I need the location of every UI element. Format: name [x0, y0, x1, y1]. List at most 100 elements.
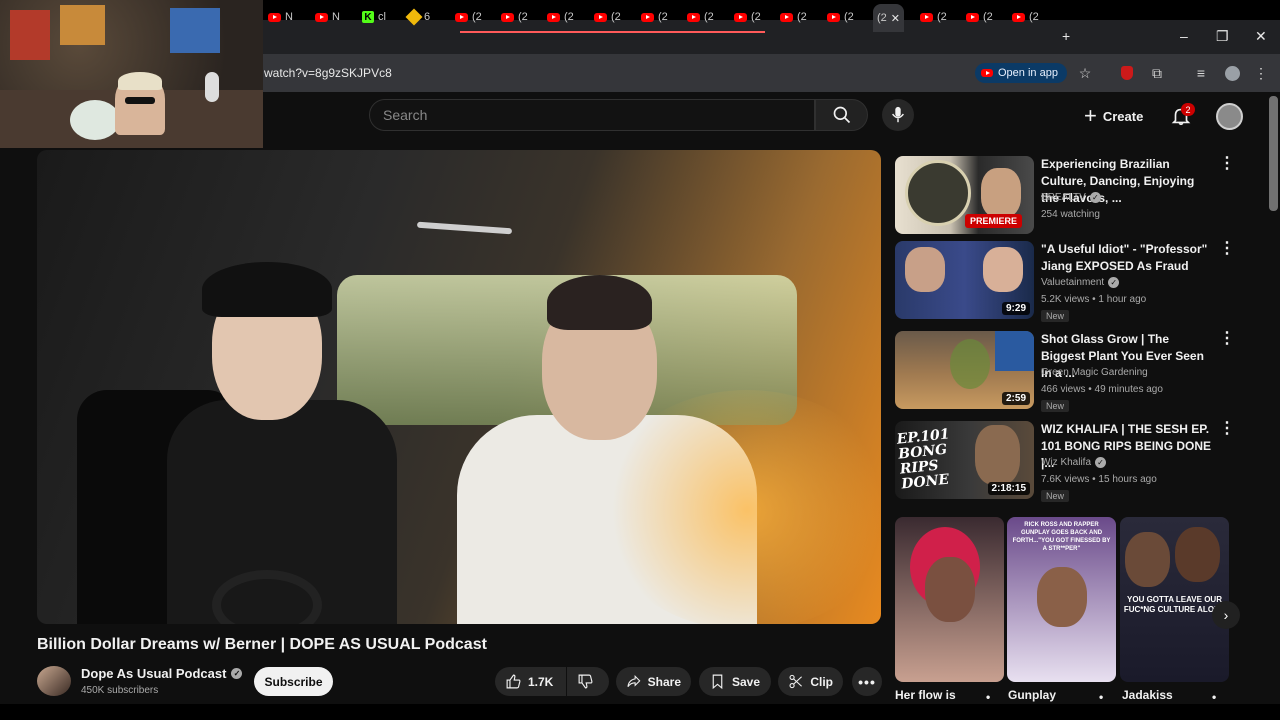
tab-label: (2 [844, 11, 854, 23]
tab-label: (2 [704, 11, 714, 23]
browser-tab[interactable]: (2 [687, 6, 714, 28]
restore-icon[interactable]: ❐ [1216, 28, 1229, 45]
tab-label: (2 [797, 11, 807, 23]
minimize-icon[interactable]: – [1180, 28, 1188, 44]
share-button[interactable]: Share [616, 667, 691, 696]
bookmark-star-icon[interactable]: ☆ [1076, 64, 1094, 82]
browser-tab[interactable]: Kcl [362, 6, 386, 28]
browser-tab[interactable]: 6 [405, 6, 430, 28]
short-title[interactable]: Jadakiss [1122, 688, 1173, 702]
youtube-icon [687, 12, 700, 22]
short-thumbnail[interactable] [895, 517, 1004, 682]
recommendation-channel[interactable]: Wiz Khalifa ✓ [1041, 457, 1107, 468]
thumbs-up-icon [506, 674, 521, 689]
more-vertical-icon[interactable]: ⋮ [1219, 421, 1235, 437]
more-actions-button[interactable]: ••• [852, 667, 882, 696]
browser-tab[interactable]: N [315, 6, 340, 28]
close-window-icon[interactable]: ✕ [1255, 28, 1267, 45]
address-url[interactable]: watch?v=8g9zSKJPVc8 [264, 66, 392, 80]
browser-tab[interactable]: (2 [455, 6, 482, 28]
more-vertical-icon[interactable]: ⋮ [1219, 331, 1235, 347]
short-title[interactable]: Gunplay [1008, 688, 1056, 702]
video-thumbnail[interactable]: PREMIERE [895, 156, 1034, 234]
browser-tab[interactable]: (2 [966, 6, 993, 28]
plus-icon: + [1084, 103, 1097, 128]
browser-tab[interactable]: (2 [1012, 6, 1039, 28]
browser-tab[interactable]: (2 [594, 6, 621, 28]
save-button[interactable]: Save [699, 667, 771, 696]
open-in-app-button[interactable]: Open in app [975, 63, 1067, 83]
create-button[interactable]: + Create [1084, 104, 1143, 128]
extension-shield-icon[interactable] [1118, 64, 1136, 82]
verified-check-icon: ✓ [1089, 192, 1101, 203]
short-thumbnail[interactable]: RICK ROSS AND RAPPER GUNPLAY GOES BACK A… [1007, 517, 1116, 682]
recommendation-item[interactable]: PREMIERE Experiencing Brazilian Culture,… [895, 156, 1235, 236]
video-thumbnail[interactable]: EP.101 BONG RIPS DONE 2:18:15 [895, 421, 1034, 499]
channel-avatar[interactable] [37, 666, 71, 696]
recommendation-channel[interactable]: Green Magic Gardening [1041, 367, 1148, 378]
browser-tab[interactable]: N [268, 6, 293, 28]
like-button[interactable]: 1.7K [495, 667, 566, 696]
dislike-button[interactable] [567, 667, 609, 696]
browser-tab[interactable]: (2 [734, 6, 761, 28]
more-vertical-icon[interactable]: • [1212, 690, 1216, 704]
recommendation-meta: 5.2K views • 1 hour ago [1041, 294, 1147, 305]
channel-name-link[interactable]: Dope As Usual Podcast ✓ [81, 666, 243, 681]
video-player[interactable] [37, 150, 881, 624]
search-button[interactable] [815, 99, 868, 131]
clip-label: Clip [810, 674, 833, 689]
youtube-icon [1012, 12, 1025, 22]
recommendation-channel-name: Valuetainment [1041, 277, 1105, 288]
recommendation-item[interactable]: EP.101 BONG RIPS DONE 2:18:15 WIZ KHALIF… [895, 421, 1235, 502]
account-avatar[interactable] [1216, 103, 1243, 130]
browser-tab[interactable]: (2 [920, 6, 947, 28]
clip-button[interactable]: Clip [778, 667, 843, 696]
short-thumbnail[interactable]: YOU GOTTA LEAVE OUR FUC*NG CULTURE ALONE [1120, 517, 1229, 682]
save-label: Save [732, 674, 761, 689]
tab-group-indicator [460, 31, 765, 33]
search-placeholder: Search [383, 107, 428, 123]
search-input[interactable]: Search [369, 99, 815, 131]
recommendation-item[interactable]: 2:59 Shot Glass Grow | The Biggest Plant… [895, 331, 1235, 412]
youtube-icon [734, 12, 747, 22]
more-vertical-icon[interactable]: ⋮ [1219, 241, 1235, 257]
new-tab-icon[interactable]: + [1062, 28, 1070, 44]
bottom-black-strip [0, 704, 1280, 720]
extensions-puzzle-icon[interactable]: ⧉ [1148, 64, 1166, 82]
short-title[interactable]: Her flow is [895, 688, 956, 702]
youtube-icon [315, 12, 328, 22]
media-control-icon[interactable]: ≡ [1192, 64, 1210, 82]
recommendation-item[interactable]: 9:29 "A Useful Idiot" - "Professor" Jian… [895, 241, 1235, 322]
recommendation-channel[interactable]: Valuetainment ✓ [1041, 277, 1120, 288]
new-badge: New [1041, 400, 1070, 412]
recommendation-title[interactable]: "A Useful Idiot" - "Professor" Jiang EXP… [1041, 241, 1213, 275]
thumbnail-logo-seal [905, 160, 971, 226]
youtube-icon [547, 12, 560, 22]
browser-tab[interactable]: (2 [780, 6, 807, 28]
voice-search-button[interactable] [882, 99, 914, 131]
tab-label: (2 [983, 11, 993, 23]
video-duration: 2:59 [1001, 392, 1030, 405]
browser-tab[interactable]: (2 [827, 6, 854, 28]
video-thumbnail[interactable]: 9:29 [895, 241, 1034, 319]
recommendation-channel[interactable]: BREALTV ✓ [1041, 192, 1101, 203]
more-vertical-icon[interactable]: ⋮ [1219, 156, 1235, 172]
video-duration: 2:18:15 [987, 482, 1030, 495]
youtube-icon [827, 12, 840, 22]
more-vertical-icon[interactable]: • [986, 690, 990, 704]
close-tab-icon[interactable]: ✕ [891, 12, 900, 25]
youtube-icon [966, 12, 979, 22]
video-thumbnail[interactable]: 2:59 [895, 331, 1034, 409]
profile-icon[interactable] [1223, 64, 1241, 82]
shorts-next-button[interactable]: › [1212, 601, 1240, 629]
browser-menu-icon[interactable]: ⋮ [1252, 64, 1270, 82]
browser-tab[interactable]: (2 [501, 6, 528, 28]
webcam-hat [118, 72, 162, 90]
browser-tab[interactable]: (2 [641, 6, 668, 28]
page-scrollbar[interactable] [1269, 96, 1278, 211]
webcam-overlay [0, 0, 263, 148]
browser-tab[interactable]: (2 [547, 6, 574, 28]
browser-tab[interactable]: (2 ✕ [873, 4, 904, 32]
more-vertical-icon[interactable]: • [1099, 690, 1103, 704]
subscribe-button[interactable]: Subscribe [254, 667, 333, 696]
